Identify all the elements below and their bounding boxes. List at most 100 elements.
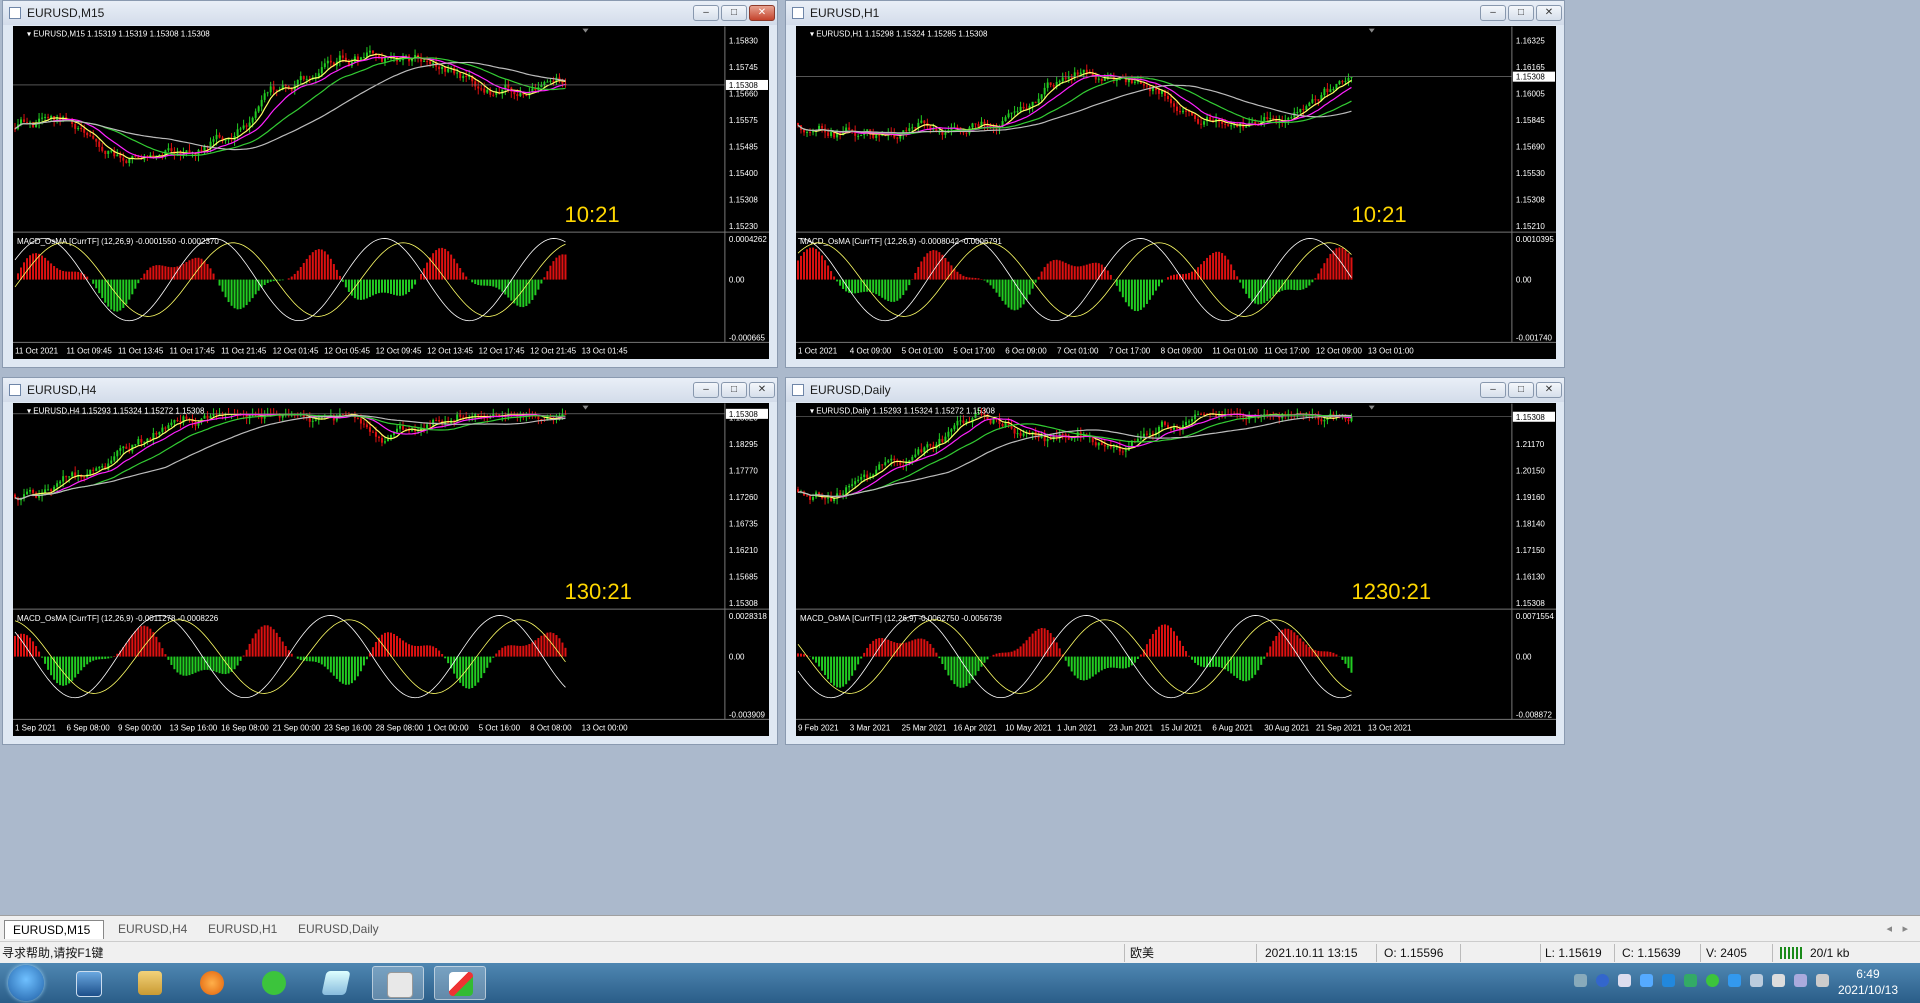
tab-eurusd-h4[interactable]: EURUSD,H4: [110, 920, 194, 939]
chart-window-daily[interactable]: EURUSD,Daily–□✕1.221601.211701.201501.19…: [785, 377, 1565, 745]
macd-histogram-bar: [272, 279, 275, 282]
taskbar-explorer[interactable]: [124, 966, 176, 1000]
minimize-button[interactable]: –: [693, 5, 719, 21]
taskbar-notepad[interactable]: [310, 966, 362, 1000]
macd-histogram-bar: [917, 638, 920, 657]
tray-icon-9[interactable]: [1750, 974, 1763, 987]
window-titlebar[interactable]: EURUSD,H4 – □ ✕: [3, 378, 777, 402]
moving-average-line: [14, 413, 566, 500]
macd-histogram-bar: [836, 656, 839, 688]
macd-histogram-bar: [528, 644, 531, 657]
close-button[interactable]: ✕: [1536, 382, 1562, 398]
macd-histogram-bar: [408, 279, 411, 293]
minimize-button[interactable]: –: [1480, 382, 1506, 398]
taskbar-wechat[interactable]: [248, 966, 300, 1000]
macd-histogram-bar: [498, 279, 501, 290]
candle-body: [396, 428, 399, 433]
chart-window-h1[interactable]: EURUSD,H1 – □ ✕ 1.16325 1.16165 1.16005 1.15845…: [785, 0, 1565, 368]
time-tick: 13 Oct 00:00: [582, 723, 628, 732]
moving-average-line: [797, 76, 1352, 135]
candle-body: [1305, 106, 1308, 110]
window-titlebar[interactable]: EURUSD,M15 – □ ✕: [3, 1, 777, 25]
macd-histogram-bar: [486, 279, 489, 286]
tray-icon-4[interactable]: [1640, 974, 1653, 987]
taskbar-terminal[interactable]: [372, 966, 424, 1000]
macd-histogram-bar: [914, 639, 917, 657]
macd-histogram-bar: [875, 279, 878, 295]
taskbar-desktop[interactable]: [62, 966, 114, 1000]
macd-histogram-bar: [549, 265, 552, 280]
tab-eurusd-m15[interactable]: EURUSD,M15: [4, 920, 104, 939]
start-orb-icon[interactable]: [8, 965, 44, 1001]
maximize-button[interactable]: □: [1508, 5, 1534, 21]
macd-tick: 0.00: [1516, 276, 1532, 285]
signal-tray-icon[interactable]: [1816, 974, 1829, 987]
time-tick: 16 Sep 08:00: [221, 723, 269, 732]
macd-histogram-bar: [302, 262, 305, 280]
macd-histogram-bar: [1172, 274, 1175, 280]
minimize-button[interactable]: –: [1480, 5, 1506, 21]
candle-body: [1269, 117, 1272, 120]
wechat-tray-icon[interactable]: [1706, 974, 1719, 987]
tray-icon-8[interactable]: [1728, 974, 1741, 987]
time-tick: 5 Oct 16:00: [479, 723, 521, 732]
candle-body: [1106, 446, 1109, 448]
shield-tray-icon[interactable]: [1684, 974, 1697, 987]
macd-histogram-bar: [35, 253, 38, 280]
chart-window-m15[interactable]: EURUSD,M15 – □ ✕ 1.15830 1.15745 1.15660 1.1557…: [2, 0, 778, 368]
macd-histogram-bar: [71, 656, 74, 681]
macd-histogram-bar: [260, 626, 263, 657]
macd-histogram-bar: [549, 632, 552, 657]
maximize-button[interactable]: □: [721, 382, 747, 398]
tray-icon-3[interactable]: [1618, 974, 1631, 987]
network-tray-icon[interactable]: [1794, 974, 1807, 987]
price-chart[interactable]: 1.188201.182951.177701.172601.167351.162…: [13, 403, 769, 736]
macd-histogram-bar: [1209, 255, 1212, 280]
macd-histogram-bar: [483, 279, 486, 286]
macd-histogram-bar: [917, 266, 920, 280]
macd-histogram-bar: [1169, 627, 1172, 657]
macd-histogram-bar: [923, 256, 926, 280]
time-tick: 11 Oct 09:45: [67, 346, 113, 355]
time-tick: 28 Sep 08:00: [376, 723, 424, 732]
candle-body: [1070, 76, 1073, 79]
taskbar-metatrader[interactable]: [434, 966, 486, 1000]
close-button[interactable]: ✕: [749, 382, 775, 398]
candle-body: [1203, 121, 1206, 125]
tab-scroll-left-icon[interactable]: ◂: [1886, 922, 1892, 935]
chart-window-h4[interactable]: EURUSD,H4–□✕1.188201.182951.177701.17260…: [2, 377, 778, 745]
window-titlebar[interactable]: EURUSD,Daily – □ ✕: [786, 378, 1564, 402]
macd-histogram-bar: [555, 635, 558, 657]
macd-histogram-bar: [1157, 279, 1160, 287]
candle-body: [860, 135, 863, 137]
tab-scroll-right-icon[interactable]: ▸: [1902, 922, 1908, 935]
tab-eurusd-daily[interactable]: EURUSD,Daily: [290, 920, 390, 939]
price-chart[interactable]: 1.15830 1.15745 1.15660 1.15575 1.15485 1.154…: [13, 26, 769, 359]
macd-histogram-bar: [908, 279, 911, 286]
tab-eurusd-h1[interactable]: EURUSD,H1: [200, 920, 284, 939]
window-titlebar[interactable]: EURUSD,H1 – □ ✕: [786, 1, 1564, 25]
tray-icon-5[interactable]: [1662, 974, 1675, 987]
maximize-button[interactable]: □: [1508, 382, 1534, 398]
taskbar-browser[interactable]: [186, 966, 238, 1000]
close-button[interactable]: ✕: [749, 5, 775, 21]
minimize-button[interactable]: –: [693, 382, 719, 398]
system-clock[interactable]: 6:49 2021/10/13: [1838, 966, 1898, 998]
macd-histogram-bar: [929, 643, 932, 657]
close-button[interactable]: ✕: [1536, 5, 1562, 21]
help-tray-icon[interactable]: [1596, 974, 1609, 987]
price-tick: 1.15575: [729, 116, 759, 125]
macd-histogram-bar: [1269, 646, 1272, 657]
chart-canvas: 1.188201.182951.177701.172601.167351.162…: [13, 403, 769, 732]
macd-histogram-bar: [320, 656, 323, 665]
macd-histogram-bar: [212, 656, 215, 672]
maximize-button[interactable]: □: [721, 5, 747, 21]
candle-body: [1182, 110, 1185, 113]
price-chart[interactable]: 1.221601.211701.201501.191601.181401.171…: [796, 403, 1556, 736]
tray-icon-1[interactable]: [1574, 974, 1587, 987]
volume-tray-icon[interactable]: [1772, 974, 1785, 987]
price-chart[interactable]: 1.16325 1.16165 1.16005 1.15845 1.15690 1.155…: [796, 26, 1556, 359]
macd-histogram-bar: [848, 656, 851, 681]
macd-histogram-bar: [1185, 273, 1188, 280]
candle-body: [917, 449, 920, 455]
